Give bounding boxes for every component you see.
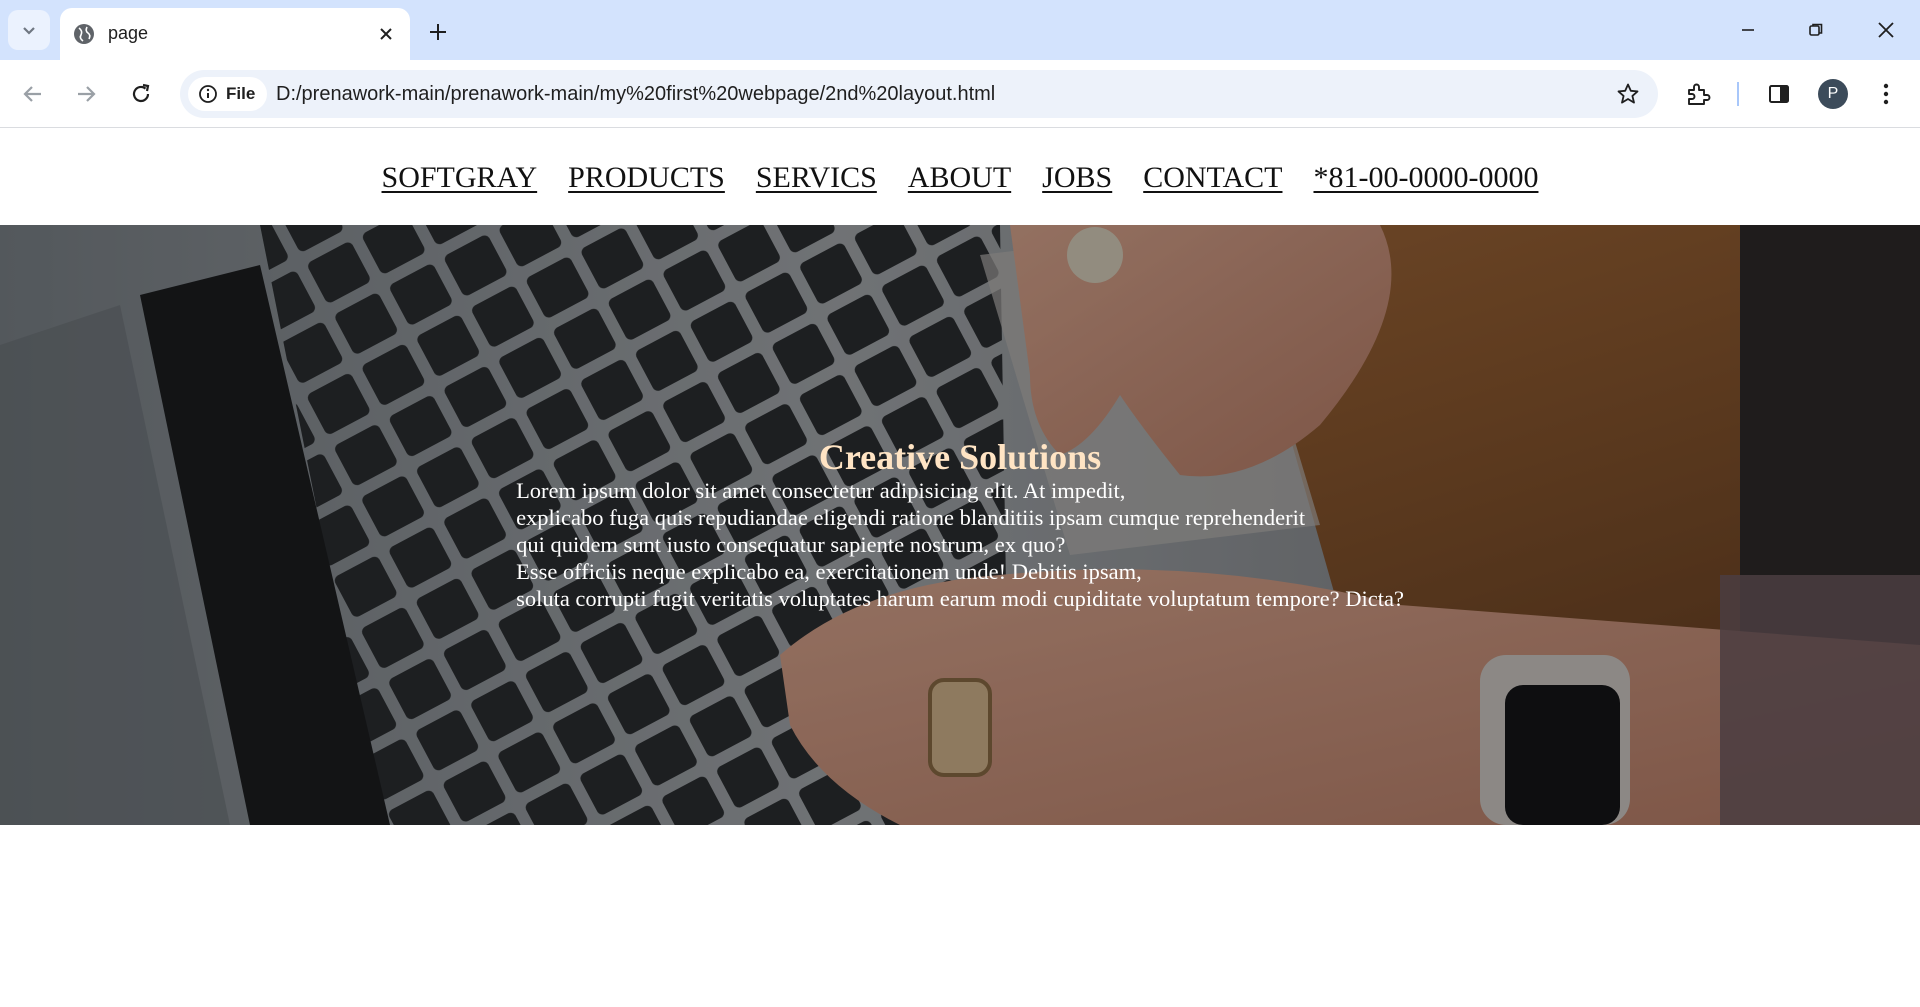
new-tab-button[interactable] bbox=[422, 16, 454, 48]
browser-menu-button[interactable] bbox=[1868, 76, 1904, 112]
restore-icon bbox=[1809, 23, 1823, 36]
minimize-button[interactable] bbox=[1724, 10, 1772, 50]
plus-icon bbox=[430, 24, 446, 40]
nav-link-services[interactable]: SERVICS bbox=[756, 161, 877, 195]
back-button[interactable] bbox=[15, 76, 51, 112]
site-info-chip[interactable]: File bbox=[188, 77, 268, 111]
hero-line: Lorem ipsum dolor sit amet consectetur a… bbox=[516, 478, 1126, 503]
tab-title: page bbox=[108, 23, 149, 43]
hero-title: Creative Solutions bbox=[818, 437, 1102, 477]
bookmark-button[interactable] bbox=[1614, 80, 1642, 108]
tab-close-button[interactable] bbox=[374, 22, 398, 46]
info-icon bbox=[199, 85, 217, 103]
site-nav: SOFTGRAY PRODUCTS SERVICS ABOUT JOBS CON… bbox=[0, 129, 1920, 225]
side-panel-icon bbox=[1769, 85, 1789, 103]
hero-line: soluta corrupti fugit veritatis voluptat… bbox=[516, 586, 1404, 611]
hero-paragraph: Lorem ipsum dolor sit amet consectetur a… bbox=[516, 477, 1404, 612]
forward-icon bbox=[78, 86, 96, 102]
reload-icon bbox=[132, 83, 150, 103]
profile-avatar[interactable]: P bbox=[1818, 79, 1848, 109]
site-info-label: File bbox=[226, 84, 256, 103]
nav-link-contact[interactable]: CONTACT bbox=[1143, 161, 1282, 195]
menu-icon bbox=[1883, 83, 1889, 105]
hero-line: explicabo fuga quis repudiandae eligendi… bbox=[516, 505, 1306, 530]
tab-search-icon bbox=[23, 27, 35, 35]
nav-link-about[interactable]: ABOUT bbox=[908, 161, 1011, 195]
star-icon bbox=[1617, 83, 1639, 104]
close-icon bbox=[380, 28, 392, 40]
back-icon bbox=[23, 86, 41, 102]
browser-tab-strip: page bbox=[0, 0, 1920, 60]
active-tab[interactable]: page bbox=[60, 8, 410, 60]
hero-line: qui quidem sunt iusto consequatur sapien… bbox=[516, 532, 1066, 557]
globe-icon bbox=[74, 24, 94, 44]
hero-section: Creative Solutions Lorem ipsum dolor sit… bbox=[0, 225, 1920, 825]
tab-search-button[interactable] bbox=[8, 10, 50, 50]
address-bar[interactable]: File D:/prenawork-main/prenawork-main/my… bbox=[180, 70, 1658, 118]
extensions-button[interactable] bbox=[1680, 76, 1716, 112]
extensions-icon bbox=[1688, 83, 1711, 105]
minimize-icon bbox=[1742, 29, 1754, 31]
hero-line: Esse officiis neque explicabo ea, exerci… bbox=[516, 559, 1142, 584]
restore-button[interactable] bbox=[1792, 10, 1840, 50]
forward-button[interactable] bbox=[68, 76, 104, 112]
hero-text-block: Creative Solutions Lorem ipsum dolor sit… bbox=[0, 437, 1920, 612]
nav-link-jobs[interactable]: JOBS bbox=[1042, 161, 1112, 195]
web-page: SOFTGRAY PRODUCTS SERVICS ABOUT JOBS CON… bbox=[0, 129, 1920, 1007]
reload-button[interactable] bbox=[123, 76, 159, 112]
browser-toolbar: File D:/prenawork-main/prenawork-main/my… bbox=[0, 60, 1920, 128]
url-text[interactable]: D:/prenawork-main/prenawork-main/my%20fi… bbox=[276, 82, 995, 106]
side-panel-button[interactable] bbox=[1761, 76, 1797, 112]
toolbar-divider bbox=[1737, 82, 1739, 106]
window-close-icon bbox=[1878, 22, 1894, 38]
nav-link-phone[interactable]: *81-00-0000-0000 bbox=[1313, 161, 1538, 195]
nav-link-softgray[interactable]: SOFTGRAY bbox=[382, 161, 538, 195]
nav-link-products[interactable]: PRODUCTS bbox=[568, 161, 725, 195]
window-close-button[interactable] bbox=[1862, 10, 1910, 50]
